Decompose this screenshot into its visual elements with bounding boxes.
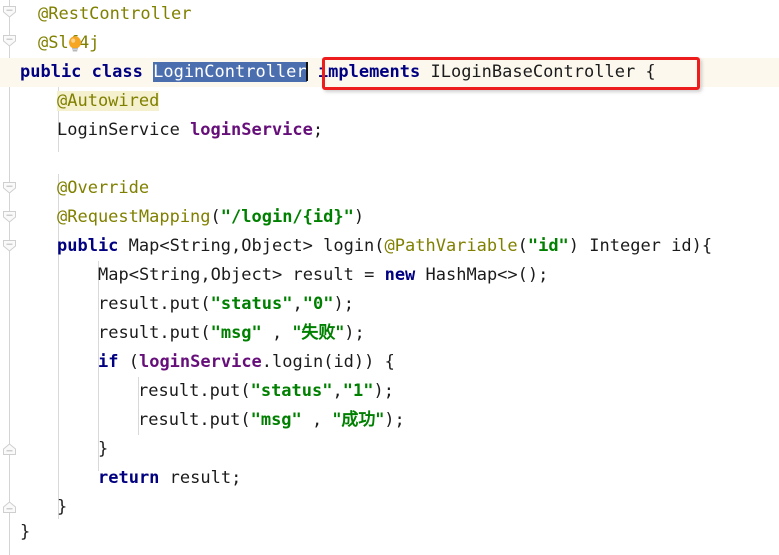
token-str: "status" — [210, 294, 293, 314]
token-plain: result.put( — [138, 410, 251, 430]
token-anno: @PathVariable — [384, 236, 518, 256]
token-str: "msg" — [210, 323, 262, 343]
token-plain: Map<String,Object> result = — [98, 265, 385, 285]
token-field: loginService — [190, 120, 313, 140]
editor-surface[interactable]: @RestController @Slf4j public class LoginC… — [0, 0, 779, 555]
fold-marker-method[interactable] — [1, 209, 18, 226]
token-str: "/login/{id}" — [220, 207, 354, 227]
token-plain: ); — [333, 294, 354, 314]
code-line-7[interactable]: @RequestMapping("/login/{id}") — [20, 203, 364, 232]
token-kw: new — [384, 265, 416, 285]
token-kw: implements — [317, 62, 421, 82]
code-line-6[interactable]: @Override — [20, 174, 149, 203]
code-line-12[interactable]: if (loginService.login(id)) { — [20, 348, 395, 377]
token-kw: public — [57, 236, 119, 256]
token-plain: , — [301, 410, 333, 430]
token-str: "1" — [342, 381, 374, 401]
token-plain: ( — [517, 236, 528, 256]
token-plain: } — [98, 439, 109, 459]
token-str-cjk: "失败" — [292, 323, 345, 343]
code-line-14[interactable]: result.put("msg" , "成功"); — [20, 406, 405, 435]
token-str: "id" — [527, 236, 569, 256]
token-kw: class — [91, 62, 143, 82]
code-line-18[interactable]: } — [20, 518, 30, 547]
token-str-cjk: "成功" — [332, 410, 385, 430]
token-plain: , — [332, 381, 343, 401]
token-plain: result.put( — [138, 381, 251, 401]
token-plain: , — [261, 323, 293, 343]
code-line-8[interactable]: public Map<String,Object> login(@PathVar… — [20, 232, 712, 261]
token-anno-hl: @Autowired — [57, 91, 160, 111]
code-line-3[interactable]: @Autowired — [20, 87, 160, 116]
code-line-13[interactable]: result.put("status","1"); — [20, 377, 394, 406]
fold-marker-body[interactable] — [1, 180, 18, 197]
fold-marker-class-open[interactable] — [1, 4, 18, 21]
fold-marker-class-end[interactable] — [1, 498, 18, 515]
code-line-16[interactable]: return result; — [20, 464, 241, 493]
token-plain: } — [20, 522, 31, 542]
fold-marker-method-end[interactable] — [1, 440, 18, 457]
code-line-0[interactable]: @RestController — [20, 0, 192, 29]
token-plain: ) — [353, 207, 365, 227]
token-str: "status" — [250, 381, 333, 401]
token-plain: ILoginBaseController { — [420, 62, 656, 82]
token-plain: ; — [312, 120, 324, 140]
token-plain: result.put( — [98, 323, 211, 343]
code-line-2[interactable]: public class LoginController implements … — [20, 58, 656, 87]
code-line-15[interactable]: } — [20, 435, 108, 464]
code-line-11[interactable]: result.put("msg" , "失败"); — [20, 319, 365, 348]
code-line-1[interactable]: @Slf4j — [20, 29, 99, 58]
token-anno: @Override — [57, 178, 150, 198]
token-plain: Map<String,Object> login( — [118, 236, 385, 256]
token-plain: .login(id)) { — [261, 352, 395, 372]
token-plain: result.put( — [98, 294, 211, 314]
code-line-9[interactable]: Map<String,Object> result = new HashMap<… — [20, 261, 548, 290]
token-plain: ) Integer id){ — [568, 236, 713, 256]
token-kw: return — [98, 468, 160, 488]
token-plain: , — [292, 294, 303, 314]
fold-marker-method-2[interactable] — [1, 238, 18, 255]
token-sel: LoginController — [153, 62, 307, 82]
token-str: "0" — [302, 294, 334, 314]
fold-marker-doc[interactable] — [1, 33, 18, 50]
code-editor-screenshot: @RestController @Slf4j public class LoginC… — [0, 0, 779, 555]
token-anno: @RequestMapping — [57, 207, 211, 227]
token-plain: HashMap<>(); — [415, 265, 549, 285]
token-kw: if — [98, 352, 119, 372]
code-line-10[interactable]: result.put("status","0"); — [20, 290, 354, 319]
token-plain: ); — [344, 323, 365, 343]
token-plain: ( — [118, 352, 139, 372]
token-str: "msg" — [250, 410, 302, 430]
token-plain: result; — [159, 468, 242, 488]
token-field: loginService — [138, 352, 262, 372]
token-plain: ( — [210, 207, 221, 227]
token-kw: public — [20, 62, 82, 82]
token-plain: } — [57, 497, 68, 517]
code-line-4[interactable]: LoginService loginService; — [20, 116, 323, 145]
token-plain: ); — [373, 381, 394, 401]
token-anno: @RestController — [38, 4, 192, 24]
token-plain: ); — [384, 410, 405, 430]
token-plain: LoginService — [57, 120, 191, 140]
intention-lightbulb-icon[interactable] — [67, 35, 83, 53]
